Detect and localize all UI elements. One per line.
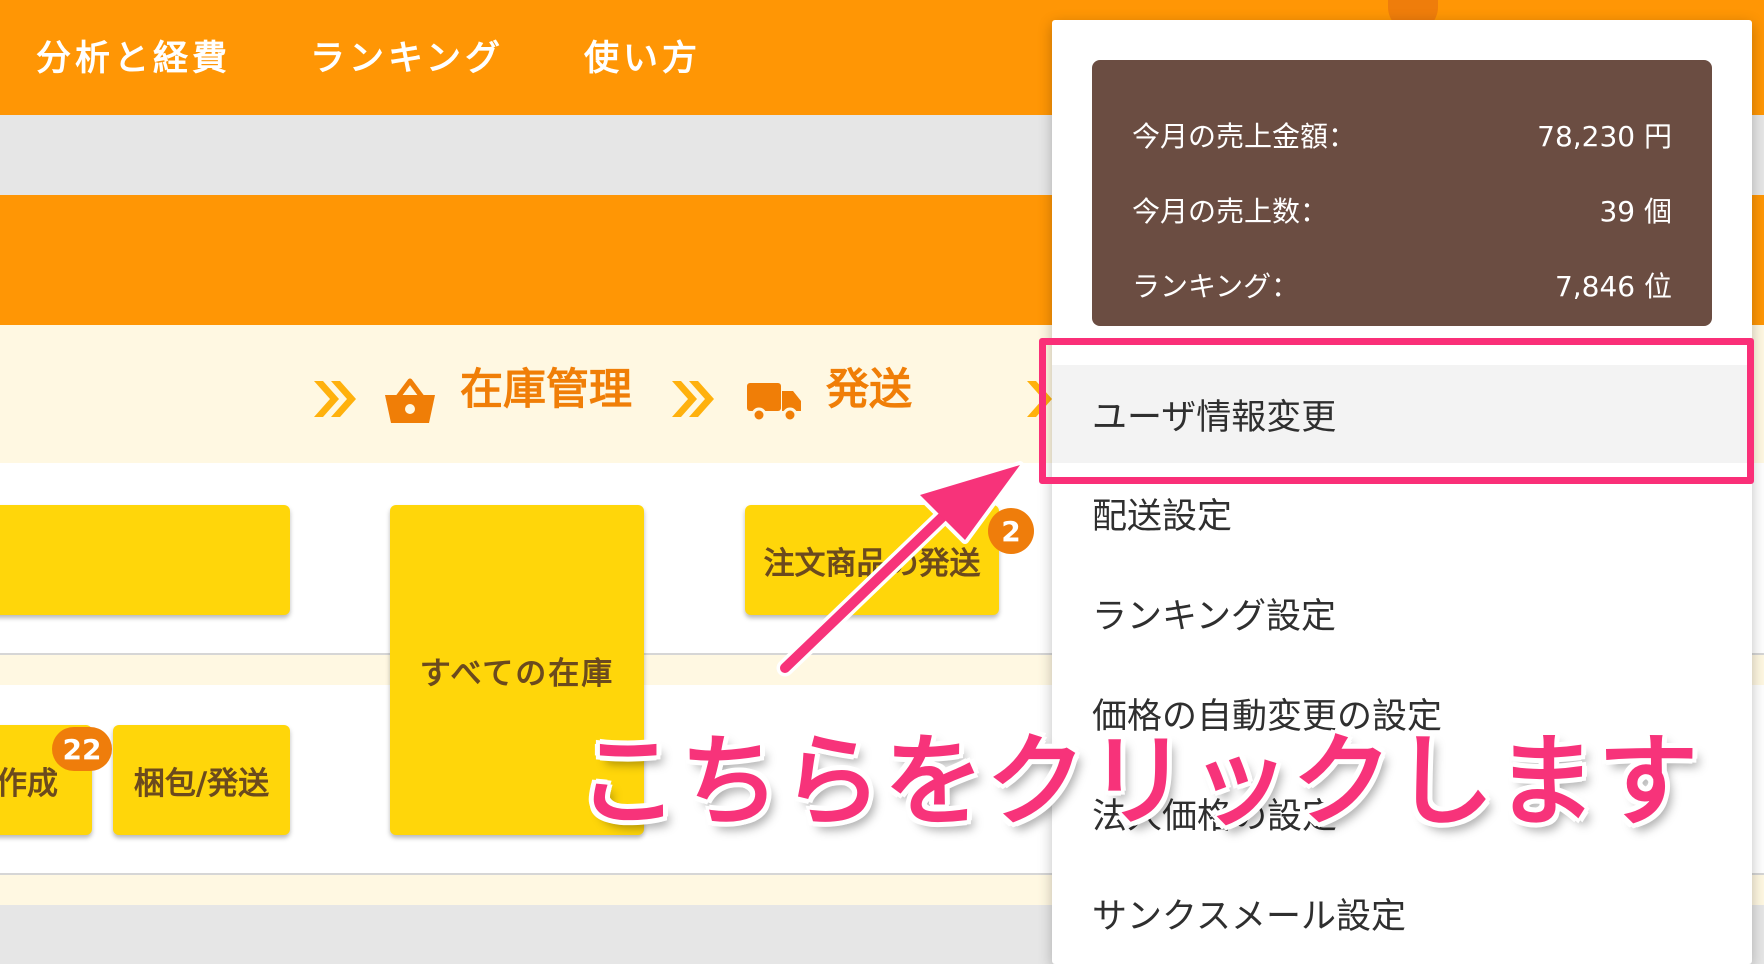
summary-count-label: 今月の売上数： xyxy=(1132,195,1329,228)
pack-ship-button[interactable]: 梱包/発送 xyxy=(113,725,290,835)
menu-thanks-mail-settings[interactable]: サンクスメール設定 xyxy=(1052,864,1752,962)
truck-icon xyxy=(747,383,801,423)
order-count-badge: 2 xyxy=(988,508,1034,554)
summary-amount-value: 78,230 円 xyxy=(1537,120,1672,153)
summary-amount-label: 今月の売上金額： xyxy=(1132,120,1357,153)
nav-ranking[interactable]: ランキング xyxy=(310,30,504,81)
step-inventory[interactable]: 在庫管理 xyxy=(460,355,632,417)
summary-row-amount: 今月の売上金額： 78,230 円 xyxy=(1132,115,1672,155)
summary-rank-value: 7,846 位 xyxy=(1554,270,1672,303)
create-count-badge: 22 xyxy=(52,727,112,771)
annotation-highlight-box xyxy=(1039,338,1754,484)
sales-summary-card: 今月の売上金額： 78,230 円 今月の売上数： 39 個 ランキング： 7,… xyxy=(1092,60,1712,326)
order-ship-button[interactable]: 注文商品の発送 xyxy=(745,505,999,615)
double-chevron-icon xyxy=(672,381,714,417)
tile-top-left[interactable] xyxy=(0,505,290,615)
summary-count-value: 39 個 xyxy=(1599,195,1672,228)
nav-analysis-expenses[interactable]: 分析と経費 xyxy=(36,30,231,81)
annotation-click-here-text: こちらをクリックします xyxy=(578,723,1700,840)
summary-row-rank: ランキング： 7,846 位 xyxy=(1132,265,1672,305)
basket-icon xyxy=(385,378,435,423)
summary-rank-label: ランキング： xyxy=(1132,270,1300,303)
double-chevron-icon xyxy=(314,381,356,417)
nav-how-to-use[interactable]: 使い方 xyxy=(584,30,701,81)
summary-row-count: 今月の売上数： 39 個 xyxy=(1132,190,1672,230)
menu-ranking-settings[interactable]: ランキング設定 xyxy=(1052,564,1752,662)
step-shipping[interactable]: 発送 xyxy=(826,355,912,417)
